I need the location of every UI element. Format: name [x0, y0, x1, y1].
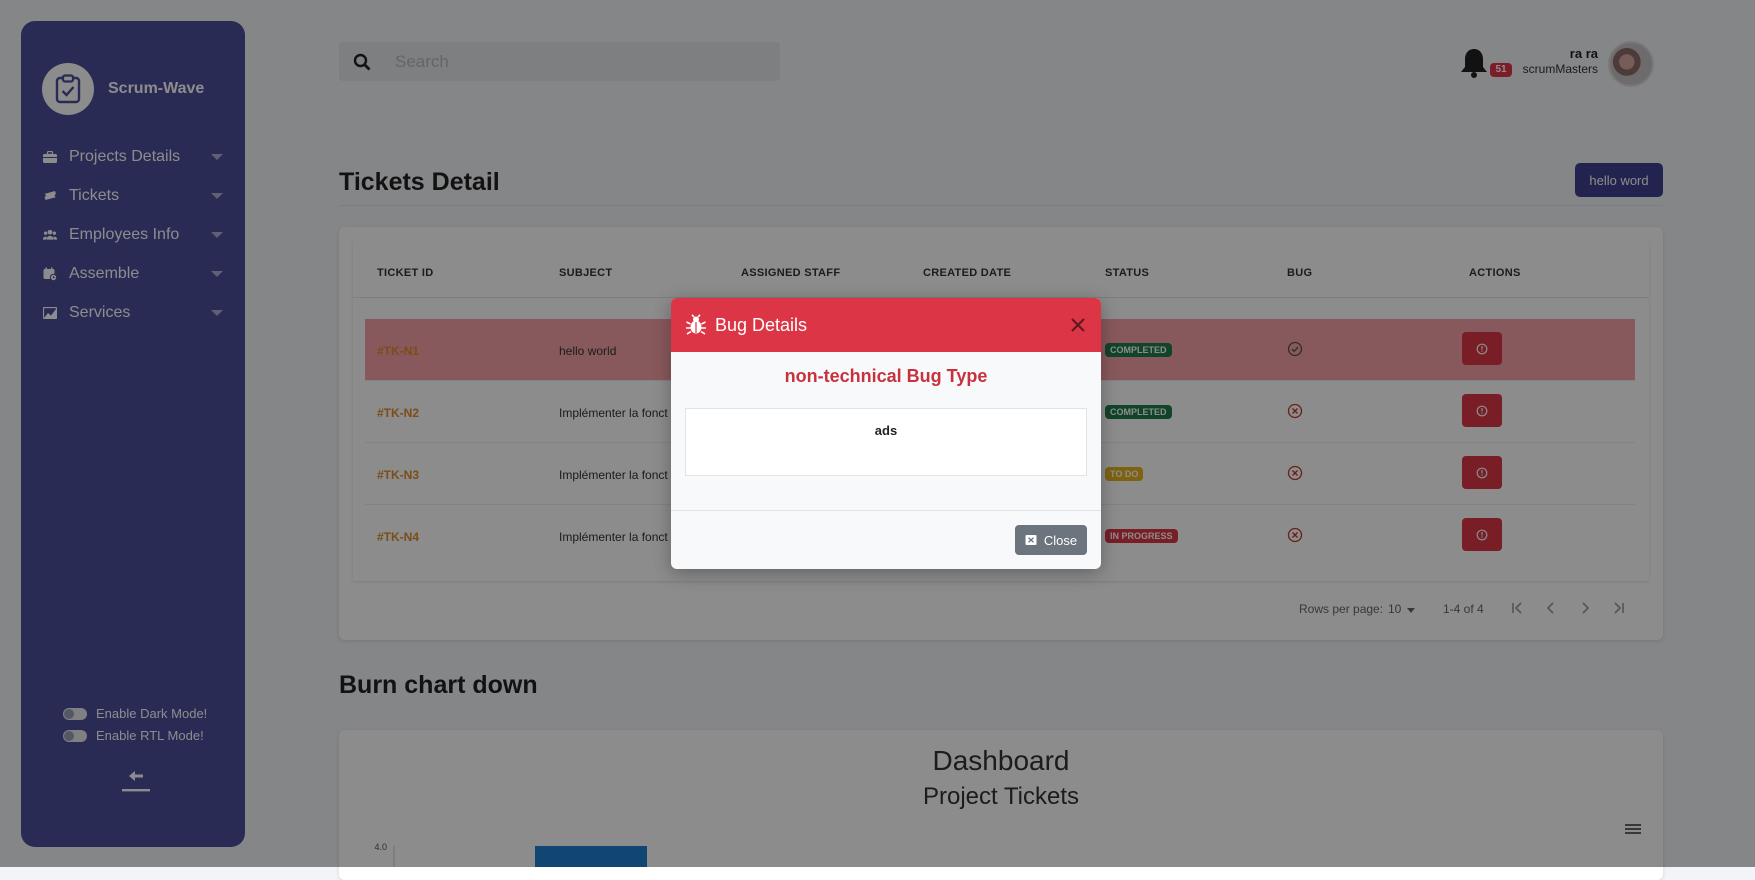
modal-header: Bug Details — [671, 298, 1101, 352]
bug-description: ads — [874, 423, 898, 438]
bug-type: non-technical Bug Type — [784, 366, 988, 386]
bug-description-box: ads — [685, 408, 1087, 476]
bug-icon — [685, 314, 707, 336]
close-button-label: Close — [1043, 532, 1078, 548]
modal-divider — [671, 510, 1101, 511]
window-close-icon — [1025, 535, 1037, 545]
close-button[interactable]: Close — [1015, 525, 1087, 555]
close-icon[interactable] — [1069, 316, 1087, 334]
bug-details-modal: Bug Details non-technical Bug Type ads C… — [671, 298, 1101, 569]
modal-title: Bug Details — [715, 314, 808, 335]
